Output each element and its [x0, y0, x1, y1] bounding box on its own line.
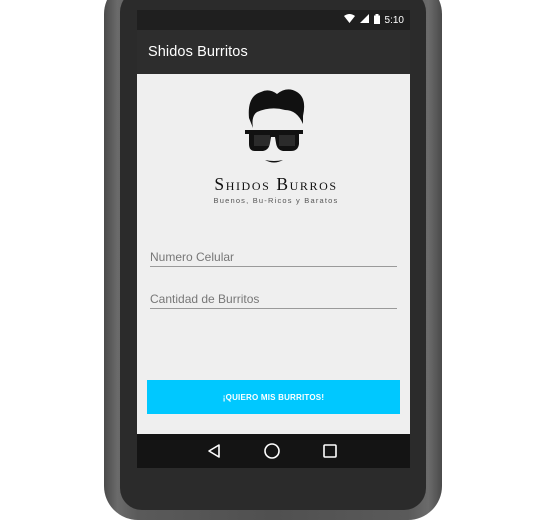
order-burritos-button[interactable]: ¡QUIERO MIS BURRITOS!: [147, 380, 400, 414]
phone-screen: 5:10 Shidos Burritos Shidos Burros Bueno…: [137, 10, 410, 468]
brand-name: Shidos Burros: [214, 174, 338, 194]
burrito-quantity-input[interactable]: [150, 292, 397, 306]
phone-number-input[interactable]: [150, 250, 397, 264]
app-bar: Shidos Burritos: [137, 30, 410, 74]
recents-icon[interactable]: [321, 442, 339, 460]
brand-tagline: Buenos, Bu-Ricos y Baratos: [213, 196, 339, 205]
navigation-bar: [137, 434, 410, 468]
phone-number-field[interactable]: [150, 250, 397, 267]
wifi-icon: [343, 14, 355, 26]
status-bar: 5:10: [137, 10, 410, 30]
app-title: Shidos Burritos: [148, 44, 248, 60]
signal-icon: [359, 14, 369, 26]
status-time: 5:10: [384, 14, 404, 26]
burrito-quantity-field[interactable]: [150, 292, 397, 309]
battery-icon: [373, 13, 380, 27]
back-icon[interactable]: [205, 442, 223, 460]
home-icon[interactable]: [263, 442, 281, 460]
